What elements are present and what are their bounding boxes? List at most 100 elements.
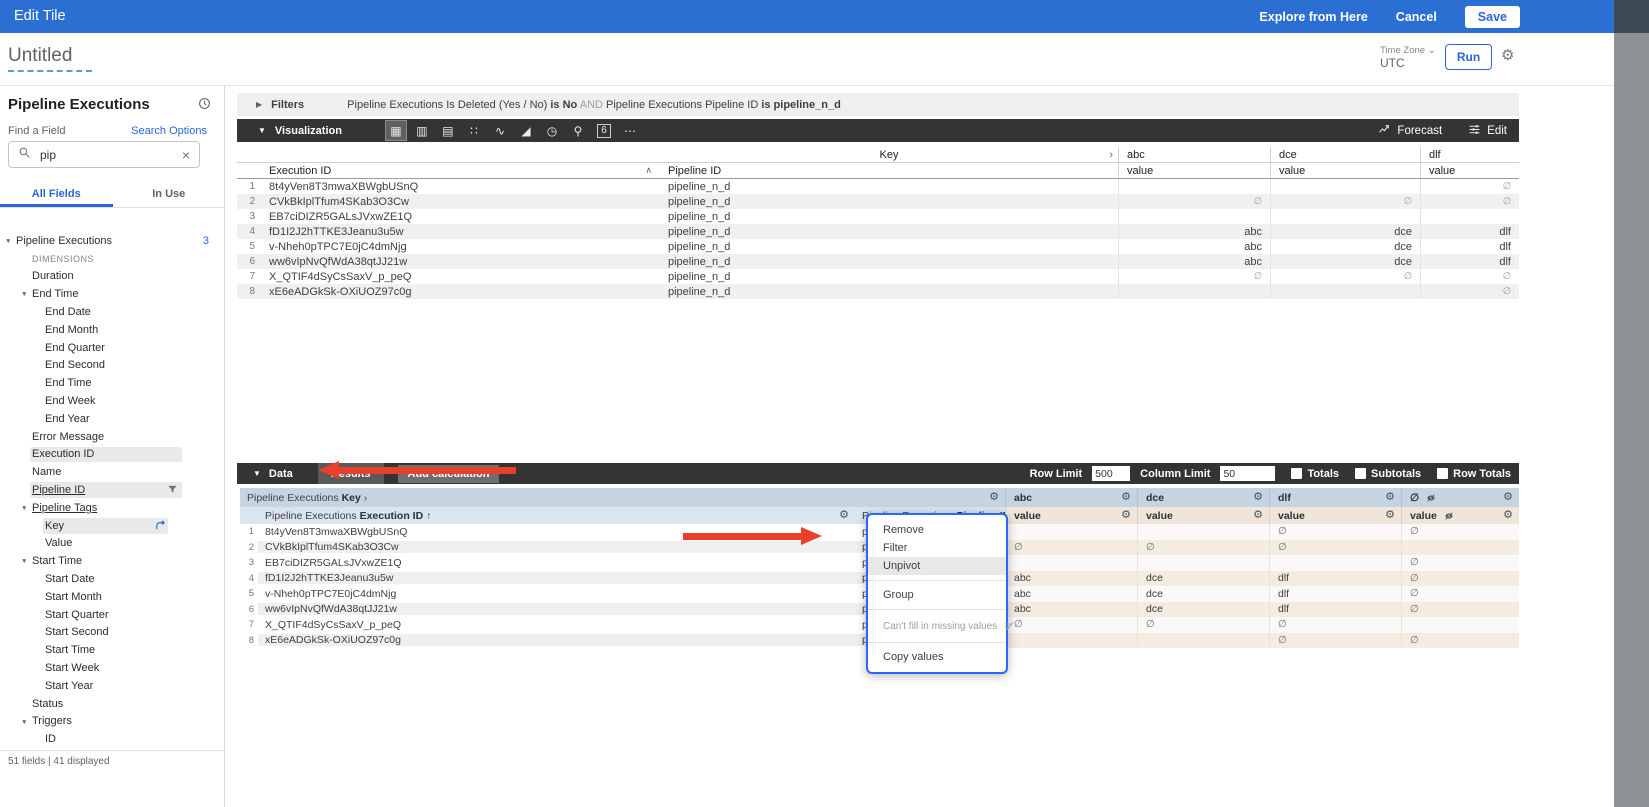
chevron-right-icon[interactable]: › bbox=[1109, 149, 1113, 161]
value-cell[interactable]: dce bbox=[1137, 602, 1269, 618]
field-item-end-date[interactable]: End Date bbox=[0, 303, 225, 321]
value-cell[interactable]: dlf bbox=[1269, 586, 1401, 602]
cancel-button[interactable]: Cancel bbox=[1396, 10, 1437, 24]
gear-icon[interactable]: ⚙ bbox=[1121, 492, 1131, 503]
execution-id-cell[interactable]: xE6eADGkSk-OXiUOZ97c0g bbox=[258, 634, 855, 646]
value-cell[interactable]: abc bbox=[1005, 602, 1137, 618]
run-button[interactable]: Run bbox=[1445, 44, 1492, 70]
value-cell[interactable]: ∅ bbox=[1269, 524, 1401, 540]
field-item-start-date[interactable]: Start Date bbox=[0, 570, 225, 588]
pivot-group-header-dlf[interactable]: dlf bbox=[1420, 147, 1519, 162]
field-item-end-week[interactable]: End Week bbox=[0, 392, 225, 410]
bar-chart-icon[interactable]: ▤ bbox=[438, 121, 458, 140]
field-item-start-year[interactable]: Start Year bbox=[0, 677, 225, 695]
field-item-value[interactable]: Value bbox=[0, 535, 225, 553]
field-item-status[interactable]: Status bbox=[0, 695, 225, 713]
pivot-icon[interactable] bbox=[155, 520, 166, 531]
caret-right-icon[interactable]: ▶ bbox=[256, 100, 262, 109]
field-item-execution-id[interactable]: Execution ID bbox=[0, 446, 225, 464]
value-cell[interactable] bbox=[1137, 555, 1269, 571]
field-item-end-quarter[interactable]: End Quarter bbox=[0, 339, 225, 357]
caret-down-icon[interactable]: ▼ bbox=[21, 719, 27, 726]
field-item-key[interactable]: Key bbox=[0, 517, 225, 535]
field-item-end-time[interactable]: End Time bbox=[0, 374, 225, 392]
search-options-link[interactable]: Search Options bbox=[131, 125, 207, 137]
pivot-band-dce[interactable]: dce⚙ bbox=[1137, 488, 1269, 507]
value-cell[interactable]: ∅ bbox=[1137, 617, 1269, 633]
value-cell[interactable] bbox=[1005, 633, 1137, 649]
field-item-start-time[interactable]: Start Time bbox=[0, 641, 225, 659]
value-cell[interactable]: dce bbox=[1137, 586, 1269, 602]
pipeline-executions-key-group[interactable]: Pipeline Executions Key › ⚙ bbox=[240, 488, 1005, 507]
timezone-selector[interactable]: Time Zone ⌄ UTC bbox=[1380, 44, 1436, 71]
value-column-header[interactable]: value bbox=[1118, 163, 1270, 178]
value-cell[interactable] bbox=[1401, 540, 1519, 556]
field-item-start-time[interactable]: ▼Start Time bbox=[0, 552, 225, 570]
tile-title-input[interactable]: Untitled bbox=[8, 45, 72, 67]
value-column-header[interactable]: value bbox=[1270, 163, 1420, 178]
caret-down-icon[interactable]: ▼ bbox=[21, 558, 27, 565]
history-clock-icon[interactable] bbox=[198, 97, 211, 115]
field-item-error-message[interactable]: Error Message bbox=[0, 428, 225, 446]
tab-in-use[interactable]: In Use bbox=[113, 183, 226, 207]
pivot-group-header-dce[interactable]: dce bbox=[1270, 147, 1420, 162]
gear-icon[interactable]: ⚙ bbox=[839, 510, 849, 521]
value-cell[interactable]: abc bbox=[1005, 586, 1137, 602]
caret-down-icon[interactable]: ▼ bbox=[258, 126, 266, 135]
execution-id-cell[interactable]: fD1I2J2hTTKE3Jeanu3u5w bbox=[258, 572, 855, 584]
field-item-triggers[interactable]: ▼Triggers bbox=[0, 713, 225, 731]
value-cell[interactable]: ∅ bbox=[1269, 633, 1401, 649]
gear-icon[interactable]: ⚙ bbox=[1385, 510, 1395, 521]
execution-id-column-header[interactable]: Execution ID ∧ bbox=[261, 165, 660, 177]
execution-id-cell[interactable]: ww6vIpNvQfWdA38qtJJ21w bbox=[258, 603, 855, 615]
execution-id-cell[interactable]: EB7ciDIZR5GALsJVxwZE1Q bbox=[258, 557, 855, 569]
subtotals-checkbox[interactable]: Subtotals bbox=[1355, 468, 1421, 480]
gear-icon[interactable]: ⚙ bbox=[1503, 492, 1513, 503]
value-column-header[interactable]: value⚙ bbox=[1005, 507, 1137, 524]
more-viz-icon[interactable]: ⋯ bbox=[620, 121, 640, 140]
value-cell[interactable]: ∅ bbox=[1005, 540, 1137, 556]
value-column-header[interactable]: value⚙ bbox=[1269, 507, 1401, 524]
totals-checkbox[interactable]: Totals bbox=[1291, 468, 1339, 480]
pivot-band-[interactable]: ∅⚙ bbox=[1401, 488, 1519, 507]
value-cell[interactable]: ∅ bbox=[1269, 540, 1401, 556]
value-column-header[interactable]: value⚙ bbox=[1401, 507, 1519, 524]
menu-item-group[interactable]: Group bbox=[868, 586, 1006, 604]
value-cell[interactable]: dlf bbox=[1269, 571, 1401, 587]
pivot-group-header-abc[interactable]: abc bbox=[1118, 147, 1270, 162]
field-item-start-week[interactable]: Start Week bbox=[0, 659, 225, 677]
value-cell[interactable]: dce bbox=[1137, 571, 1269, 587]
field-item-start-quarter[interactable]: Start Quarter bbox=[0, 606, 225, 624]
field-item-end-second[interactable]: End Second bbox=[0, 357, 225, 375]
menu-item-copy-values[interactable]: Copy values bbox=[868, 648, 1006, 666]
gear-icon[interactable]: ⚙ bbox=[1385, 492, 1395, 503]
menu-item-filter[interactable]: Filter bbox=[868, 539, 1006, 557]
field-item-pipeline-tags[interactable]: ▼Pipeline Tags bbox=[0, 499, 225, 517]
forecast-button[interactable]: Forecast bbox=[1378, 123, 1442, 139]
field-item-end-time[interactable]: ▼End Time bbox=[0, 285, 225, 303]
filter-icon[interactable] bbox=[167, 484, 178, 495]
field-item-duration[interactable]: Duration bbox=[0, 268, 225, 286]
field-item-name[interactable]: Name bbox=[0, 463, 225, 481]
value-cell[interactable]: dlf bbox=[1269, 602, 1401, 618]
pivot-band-abc[interactable]: abc⚙ bbox=[1005, 488, 1137, 507]
row-totals-checkbox[interactable]: Row Totals bbox=[1437, 468, 1511, 480]
line-chart-icon[interactable]: ∿ bbox=[490, 121, 510, 140]
clear-search-icon[interactable]: × bbox=[182, 148, 190, 162]
save-button[interactable]: Save bbox=[1465, 6, 1520, 28]
value-cell[interactable] bbox=[1137, 524, 1269, 540]
pipeline-id-column-header[interactable]: Pipeline ID bbox=[660, 165, 1118, 177]
field-item-end-month[interactable]: End Month bbox=[0, 321, 225, 339]
field-item-pipeline-id[interactable]: Pipeline ID bbox=[0, 481, 225, 499]
value-cell[interactable]: abc bbox=[1005, 571, 1137, 587]
value-cell[interactable]: ∅ bbox=[1401, 602, 1519, 618]
value-cell[interactable]: ∅ bbox=[1005, 617, 1137, 633]
execution-id-cell[interactable]: X_QTIF4dSyCsSaxV_p_peQ bbox=[258, 619, 855, 631]
field-item-end-year[interactable]: End Year bbox=[0, 410, 225, 428]
column-limit-input[interactable] bbox=[1220, 466, 1275, 481]
value-cell[interactable] bbox=[1401, 617, 1519, 633]
gear-icon[interactable]: ⚙ bbox=[1253, 492, 1263, 503]
field-item-start-month[interactable]: Start Month bbox=[0, 588, 225, 606]
value-cell[interactable] bbox=[1269, 555, 1401, 571]
field-item-start-second[interactable]: Start Second bbox=[0, 624, 225, 642]
